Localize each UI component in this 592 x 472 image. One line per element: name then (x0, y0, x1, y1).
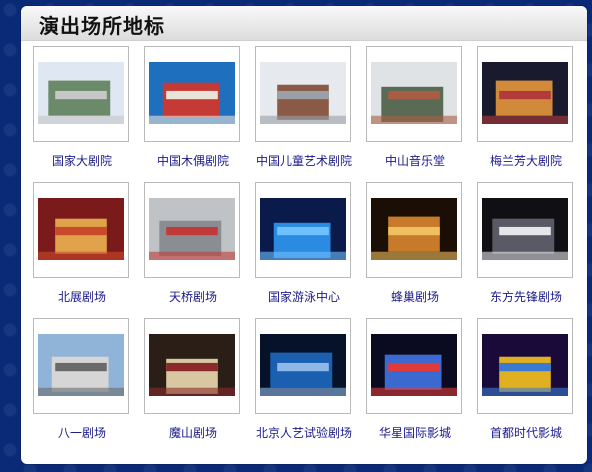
venue-photo-graphic (149, 334, 235, 396)
venue-thumbnail-link[interactable] (144, 318, 240, 414)
venue-photo-graphic (38, 334, 124, 396)
venue-grid: 国家大剧院 中国木偶剧院 中国儿童艺术剧院 中山音乐堂 梅兰芳大剧院北展剧场 天桥剧场 国家… (30, 46, 586, 454)
venue-thumbnail-link[interactable] (366, 182, 462, 278)
venue-name-link[interactable]: 东方先锋剧场 (474, 288, 578, 305)
venue-name-link[interactable]: 国家游泳中心 (252, 288, 356, 305)
venue-name-link[interactable]: 魔山剧场 (141, 424, 245, 441)
venue-card: 中国儿童艺术剧院 (252, 46, 363, 182)
venue-name-link[interactable]: 中国木偶剧院 (141, 152, 245, 169)
venue-photo (260, 198, 346, 260)
venue-photo (260, 62, 346, 124)
panel-header: 演出场所地标 (21, 6, 587, 41)
venue-thumbnail-link[interactable] (255, 182, 351, 278)
venue-photo (371, 198, 457, 260)
venue-card: 八一剧场 (30, 318, 141, 454)
venue-photo (38, 198, 124, 260)
venue-photo (482, 198, 568, 260)
panel-title: 演出场所地标 (39, 14, 165, 38)
venue-photo-graphic (149, 198, 235, 260)
venue-photo-graphic (371, 334, 457, 396)
venue-photo-graphic (482, 62, 568, 124)
venue-name-link[interactable]: 八一剧场 (30, 424, 134, 441)
venue-photo (260, 334, 346, 396)
venue-card: 魔山剧场 (141, 318, 252, 454)
venue-name-link[interactable]: 中山音乐堂 (363, 152, 467, 169)
venue-card: 国家大剧院 (30, 46, 141, 182)
venue-thumbnail-link[interactable] (366, 318, 462, 414)
venue-card: 中山音乐堂 (363, 46, 474, 182)
venue-photo-graphic (482, 198, 568, 260)
venue-thumbnail-link[interactable] (477, 318, 573, 414)
venue-name-link[interactable]: 中国儿童艺术剧院 (252, 152, 356, 169)
venue-thumbnail-link[interactable] (144, 46, 240, 142)
venue-name-link[interactable]: 国家大剧院 (30, 152, 134, 169)
venue-thumbnail-link[interactable] (33, 182, 129, 278)
venue-photo (149, 198, 235, 260)
venue-photo (371, 334, 457, 396)
venue-card: 天桥剧场 (141, 182, 252, 318)
venue-photo (38, 62, 124, 124)
venue-photo (38, 334, 124, 396)
venue-thumbnail-link[interactable] (477, 182, 573, 278)
venue-name-link[interactable]: 华星国际影城 (363, 424, 467, 441)
venue-photo-graphic (38, 62, 124, 124)
venue-photo-graphic (149, 62, 235, 124)
landmarks-panel: 演出场所地标 国家大剧院 中国木偶剧院 中国儿童艺术剧院 中山音乐堂 梅兰芳大剧院北展剧… (21, 6, 587, 464)
venue-photo (371, 62, 457, 124)
venue-card: 北展剧场 (30, 182, 141, 318)
venue-card: 首都时代影城 (474, 318, 585, 454)
venue-card: 北京人艺试验剧场 (252, 318, 363, 454)
venue-card: 华星国际影城 (363, 318, 474, 454)
venue-name-link[interactable]: 北展剧场 (30, 288, 134, 305)
venue-card: 中国木偶剧院 (141, 46, 252, 182)
venue-photo-graphic (38, 198, 124, 260)
venue-thumbnail-link[interactable] (33, 318, 129, 414)
venue-name-link[interactable]: 梅兰芳大剧院 (474, 152, 578, 169)
venue-name-link[interactable]: 蜂巢剧场 (363, 288, 467, 305)
venue-photo-graphic (371, 198, 457, 260)
venue-photo-graphic (260, 62, 346, 124)
venue-name-link[interactable]: 首都时代影城 (474, 424, 578, 441)
venue-thumbnail-link[interactable] (144, 182, 240, 278)
venue-photo-graphic (482, 334, 568, 396)
venue-photo (149, 62, 235, 124)
venue-photo (482, 62, 568, 124)
venue-card: 国家游泳中心 (252, 182, 363, 318)
venue-thumbnail-link[interactable] (255, 318, 351, 414)
venue-photo (482, 334, 568, 396)
venue-card: 梅兰芳大剧院 (474, 46, 585, 182)
venue-thumbnail-link[interactable] (366, 46, 462, 142)
venue-thumbnail-link[interactable] (33, 46, 129, 142)
venue-thumbnail-link[interactable] (477, 46, 573, 142)
venue-name-link[interactable]: 天桥剧场 (141, 288, 245, 305)
venue-card: 东方先锋剧场 (474, 182, 585, 318)
venue-name-link[interactable]: 北京人艺试验剧场 (252, 424, 356, 441)
venue-photo-graphic (371, 62, 457, 124)
venue-card: 蜂巢剧场 (363, 182, 474, 318)
venue-thumbnail-link[interactable] (255, 46, 351, 142)
venue-photo (149, 334, 235, 396)
venue-photo-graphic (260, 198, 346, 260)
venue-photo-graphic (260, 334, 346, 396)
